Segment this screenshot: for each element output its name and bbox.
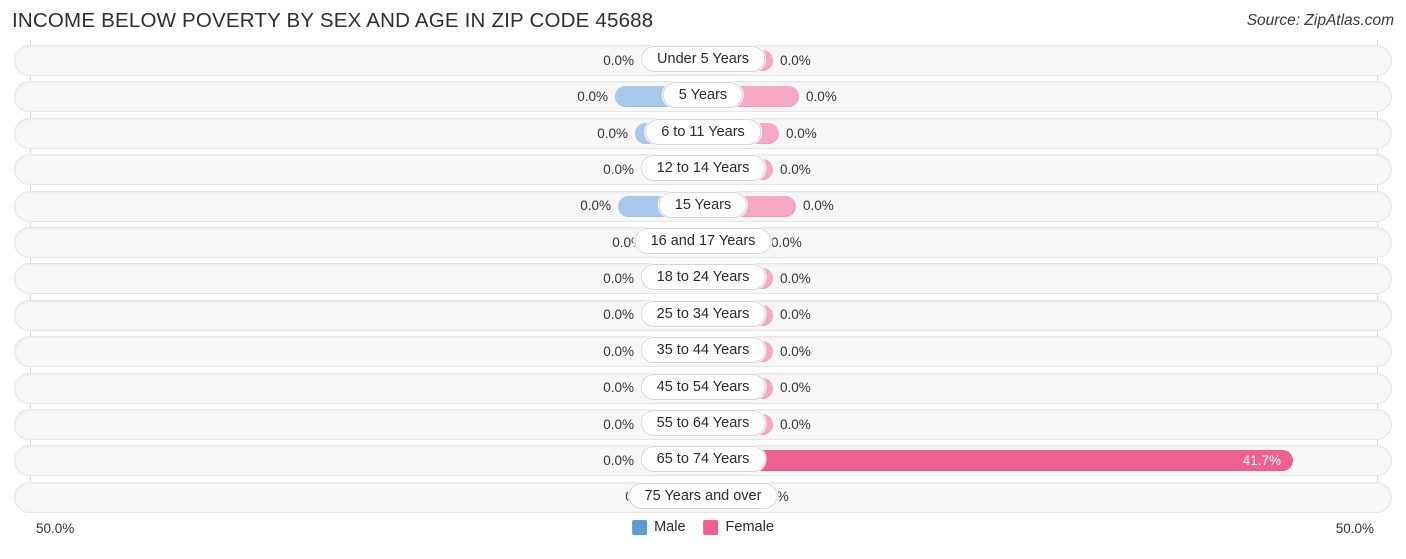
male-side: 0.0% bbox=[57, 119, 703, 148]
age-group-label: 45 to 54 Years bbox=[640, 373, 766, 400]
female-value-label: 41.7% bbox=[1242, 453, 1281, 469]
male-value-label: 0.0% bbox=[580, 198, 611, 214]
male-side: 0.0% bbox=[57, 374, 703, 403]
legend-label: Male bbox=[654, 519, 686, 535]
age-group-label: 5 Years bbox=[662, 82, 744, 109]
age-group-label: 65 to 74 Years bbox=[640, 446, 766, 473]
table-row[interactable]: 0.0% 0.0% 55 to 64 Years bbox=[14, 408, 1392, 440]
legend-label: Female bbox=[725, 519, 774, 535]
age-group-label: 55 to 64 Years bbox=[640, 409, 766, 436]
female-side: 0.0% bbox=[703, 155, 1349, 184]
legend-item-female[interactable]: Female bbox=[703, 519, 774, 535]
male-value-label: 0.0% bbox=[603, 416, 634, 432]
female-side: 0.0% bbox=[703, 301, 1349, 330]
age-group-label: Under 5 Years bbox=[641, 46, 765, 72]
male-side: 0.0% bbox=[57, 228, 703, 257]
male-side: 0.0% bbox=[57, 46, 703, 75]
chart-header: INCOME BELOW POVERTY BY SEX AND AGE IN Z… bbox=[0, 0, 1406, 40]
female-side: 0.0% bbox=[703, 374, 1349, 403]
table-row[interactable]: 0.0% 0.0% 25 to 34 Years bbox=[14, 299, 1392, 331]
table-row[interactable]: 0.0% 0.0% 35 to 44 Years bbox=[14, 336, 1392, 368]
female-side: 0.0% bbox=[703, 46, 1349, 75]
table-row[interactable]: 0.0% 0.0% 15 Years bbox=[14, 190, 1392, 222]
female-side: 0.0% bbox=[703, 119, 1349, 148]
male-side: 0.0% bbox=[57, 301, 703, 330]
age-group-label: 15 Years bbox=[658, 191, 748, 218]
male-value-label: 0.0% bbox=[603, 52, 634, 68]
female-value-label: 0.0% bbox=[780, 343, 811, 359]
chart-plot-area: 0.0% 0.0% Under 5 Years 0.0% 0.0% 5 Years 0.0%… bbox=[14, 40, 1392, 518]
male-value-label: 0.0% bbox=[597, 125, 628, 141]
chart-legend: Male Female bbox=[632, 519, 774, 535]
female-side: 0.0% bbox=[703, 192, 1349, 221]
legend-swatch-male bbox=[632, 519, 648, 535]
age-group-label: 18 to 24 Years bbox=[640, 264, 766, 291]
table-row[interactable]: 0.0% 41.7% 65 to 74 Years bbox=[14, 445, 1392, 477]
female-value-label: 0.0% bbox=[780, 161, 811, 177]
table-row[interactable]: 0.0% 0.0% 16 and 17 Years bbox=[14, 226, 1392, 258]
female-side: 0.0% bbox=[703, 228, 1349, 257]
female-side: 0.0% bbox=[703, 82, 1349, 111]
female-side: 41.7% bbox=[703, 446, 1349, 475]
female-side: 0.0% bbox=[703, 483, 1349, 512]
table-row[interactable]: 0.0% 0.0% 18 to 24 Years bbox=[14, 263, 1392, 295]
legend-swatch-female bbox=[703, 519, 719, 535]
male-value-label: 0.0% bbox=[603, 271, 634, 287]
female-value-label: 0.0% bbox=[786, 125, 817, 141]
female-bar[interactable]: 41.7% bbox=[703, 450, 1293, 472]
female-value-label: 0.0% bbox=[771, 234, 802, 250]
female-value-label: 0.0% bbox=[780, 271, 811, 287]
male-value-label: 0.0% bbox=[603, 453, 634, 469]
male-value-label: 0.0% bbox=[603, 343, 634, 359]
male-side: 0.0% bbox=[57, 410, 703, 439]
male-value-label: 0.0% bbox=[603, 380, 634, 396]
male-side: 0.0% bbox=[57, 192, 703, 221]
age-group-label: 16 and 17 Years bbox=[634, 227, 772, 254]
age-group-label: 12 to 14 Years bbox=[640, 155, 766, 182]
female-value-label: 0.0% bbox=[803, 198, 834, 214]
axis-tick-left: 50.0% bbox=[36, 521, 75, 536]
male-value-label: 0.0% bbox=[603, 307, 634, 323]
female-value-label: 0.0% bbox=[780, 307, 811, 323]
chart-rows: 0.0% 0.0% Under 5 Years 0.0% 0.0% 5 Years 0.0%… bbox=[14, 40, 1392, 513]
female-value-label: 0.0% bbox=[780, 416, 811, 432]
chart-footer: 50.0% Male Female 50.0% bbox=[14, 518, 1392, 552]
male-value-label: 0.0% bbox=[577, 89, 608, 105]
female-value-label: 0.0% bbox=[806, 89, 837, 105]
male-value-label: 0.0% bbox=[603, 161, 634, 177]
table-row[interactable]: 0.0% 0.0% 5 Years bbox=[14, 81, 1392, 113]
table-row[interactable]: 0.0% 0.0% 45 to 54 Years bbox=[14, 372, 1392, 404]
table-row[interactable]: 0.0%0.0%75 Years and over bbox=[14, 481, 1392, 513]
age-group-label: 75 Years and over bbox=[628, 482, 778, 509]
male-side: 0.0% bbox=[57, 337, 703, 366]
female-side: 0.0% bbox=[703, 410, 1349, 439]
age-group-label: 35 to 44 Years bbox=[640, 337, 766, 364]
age-group-label: 6 to 11 Years bbox=[645, 118, 761, 145]
male-side: 0.0% bbox=[57, 446, 703, 475]
table-row[interactable]: 0.0% 0.0% 12 to 14 Years bbox=[14, 154, 1392, 186]
female-side: 0.0% bbox=[703, 337, 1349, 366]
male-side: 0.0% bbox=[57, 483, 703, 512]
female-side: 0.0% bbox=[703, 264, 1349, 293]
male-side: 0.0% bbox=[57, 264, 703, 293]
legend-item-male[interactable]: Male bbox=[632, 519, 686, 535]
male-side: 0.0% bbox=[57, 82, 703, 111]
female-value-label: 0.0% bbox=[780, 380, 811, 396]
axis-tick-right: 50.0% bbox=[1335, 521, 1374, 536]
table-row[interactable]: 0.0% 0.0% Under 5 Years bbox=[14, 45, 1392, 76]
age-group-label: 25 to 34 Years bbox=[640, 300, 766, 327]
page-title: INCOME BELOW POVERTY BY SEX AND AGE IN Z… bbox=[12, 9, 654, 32]
source-attribution: Source: ZipAtlas.com bbox=[1246, 12, 1394, 29]
male-side: 0.0% bbox=[57, 155, 703, 184]
female-value-label: 0.0% bbox=[780, 52, 811, 68]
table-row[interactable]: 0.0% 0.0% 6 to 11 Years bbox=[14, 117, 1392, 149]
